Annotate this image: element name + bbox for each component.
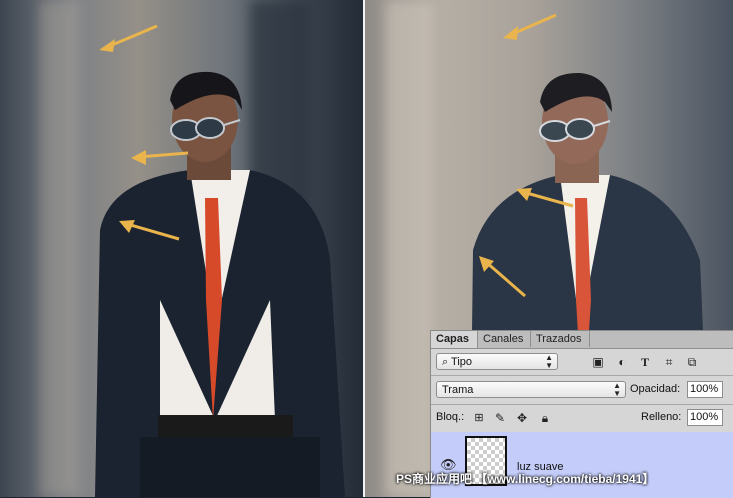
layer-row[interactable]: 👁︎ luz suave xyxy=(431,432,733,498)
arrow-5 xyxy=(516,188,574,208)
lock-all-icon[interactable]: 🔒︎ xyxy=(538,411,552,425)
before-photo xyxy=(0,0,363,497)
smart-object-filter-icon[interactable]: ⧉ xyxy=(685,355,699,369)
lock-pixels-icon[interactable]: ✎ xyxy=(493,411,507,425)
type-filter-icon[interactable]: T xyxy=(638,355,652,369)
filter-type-label: Tipo xyxy=(451,356,473,368)
lock-label: Bloq.: xyxy=(436,411,465,423)
tab-capas[interactable]: Capas xyxy=(431,331,478,348)
watermark: PS商业应用吧 【www.linecg.com/tieba/1941】 xyxy=(396,472,655,486)
adjustment-filter-icon[interactable]: ◐ xyxy=(615,355,629,369)
blend-row: Trama ▲ ▼ Opacidad: 100% xyxy=(431,381,733,399)
arrow-3 xyxy=(119,220,180,241)
tab-canales[interactable]: Canales xyxy=(478,331,531,347)
shape-filter-icon[interactable]: ⌗ xyxy=(662,355,676,369)
blend-mode-select[interactable]: Trama ▲ ▼ xyxy=(436,381,626,398)
updown-icon: ▲ ▼ xyxy=(613,381,621,398)
tab-trazados[interactable]: Trazados xyxy=(531,331,590,347)
blend-mode-value: Trama xyxy=(442,384,474,396)
arrow-6 xyxy=(479,256,526,298)
separator xyxy=(431,375,733,376)
fill-input[interactable]: 100% xyxy=(687,409,723,426)
lock-position-icon[interactable]: ✥ xyxy=(515,411,529,425)
updown-icon: ▲ ▼ xyxy=(545,353,553,370)
arrow-2 xyxy=(131,150,189,165)
search-icon: ⌕ xyxy=(442,356,449,368)
opacity-input[interactable]: 100% xyxy=(687,381,723,398)
lock-transparency-icon[interactable]: ⊞ xyxy=(472,411,486,425)
arrow-4 xyxy=(503,13,557,40)
panel-tabbar: Capas Canales Trazados xyxy=(431,331,733,349)
separator xyxy=(431,404,733,405)
filter-row: ⌕ Tipo ▲ ▼ ▣ ◐ T ⌗ ⧉ xyxy=(431,353,733,371)
image-filter-icon[interactable]: ▣ xyxy=(591,355,605,369)
arrow-1 xyxy=(99,24,158,52)
opacity-label: Opacidad: xyxy=(630,383,681,395)
fill-label: Relleno: xyxy=(641,411,682,423)
person-figure xyxy=(95,71,345,497)
lock-row: Bloq.: ⊞ ✎ ✥ 🔒︎ Relleno: 100% xyxy=(431,409,733,427)
layer-filter-select[interactable]: ⌕ Tipo ▲ ▼ xyxy=(436,353,558,370)
